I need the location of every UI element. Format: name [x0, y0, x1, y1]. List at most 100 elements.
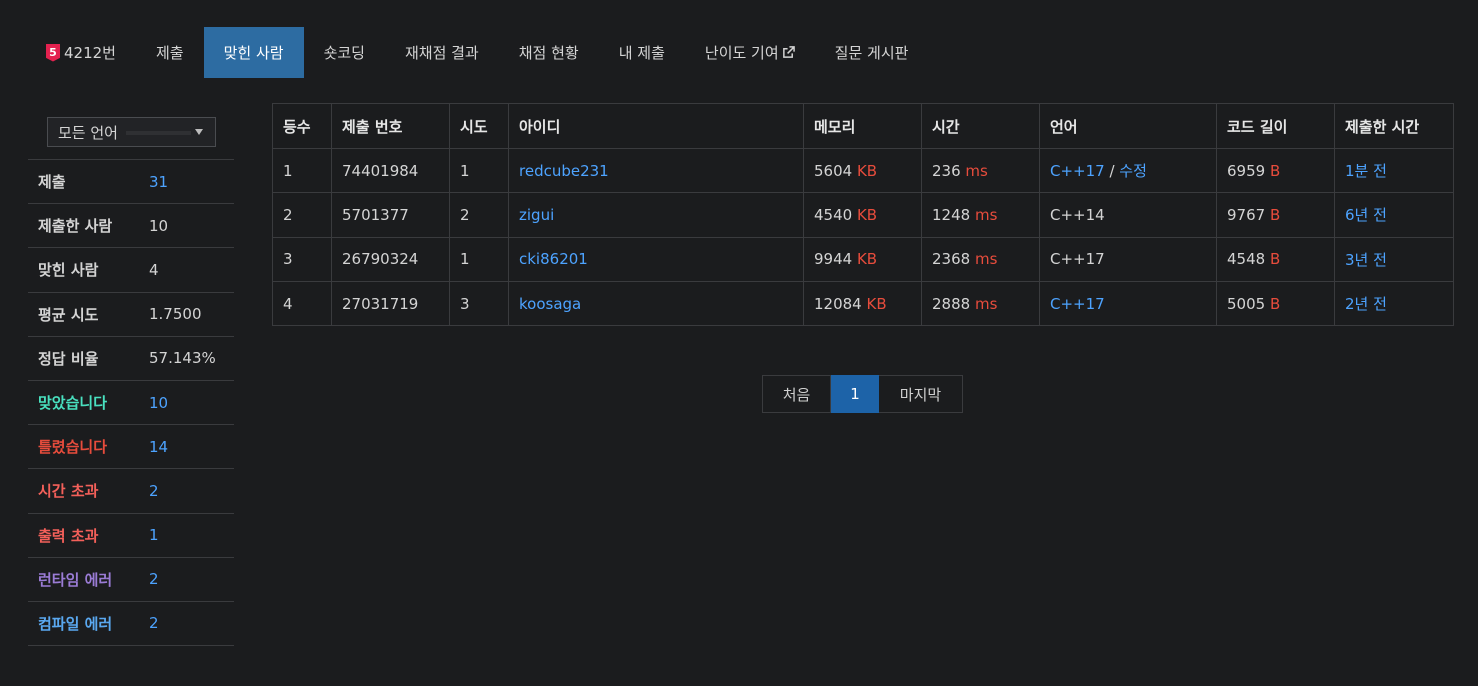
- nav-question-board[interactable]: 질문 게시판: [815, 27, 929, 78]
- nav-problem-number[interactable]: 5 4212번: [28, 27, 136, 78]
- memory-unit: KB: [856, 250, 878, 269]
- stat-row: 맞았습니다 10: [28, 381, 234, 426]
- time-value: 2888: [932, 294, 971, 313]
- stat-row: 맞힌 사람 4: [28, 248, 234, 293]
- submission-number-cell: 27031719: [331, 280, 450, 327]
- code-length-cell: 5005 B: [1216, 280, 1335, 327]
- tries-cell: 1: [449, 236, 509, 282]
- memory-value: 12084: [814, 294, 862, 313]
- memory-cell: 4540 KB: [803, 192, 922, 238]
- submitted-time-link[interactable]: 6년 전: [1345, 206, 1387, 224]
- memory-unit: KB: [856, 161, 878, 180]
- submitted-time-cell: 2년 전: [1334, 280, 1454, 327]
- language-cell: C++17: [1039, 236, 1217, 282]
- user-id-link[interactable]: koosaga: [519, 295, 581, 313]
- nav-my-submissions[interactable]: 내 제출: [599, 27, 685, 78]
- ranking-table: 등수 제출 번호 시도 아이디 메모리 시간 언어 코드 길이 제출한 시간 1…: [272, 103, 1454, 327]
- table-row: 3 26790324 1 cki86201 9944 KB 2368 ms C++17 454…: [272, 236, 1454, 282]
- header-language: 언어: [1039, 103, 1217, 149]
- page-last-button[interactable]: 마지막: [879, 375, 963, 413]
- user-id-link[interactable]: cki86201: [519, 250, 588, 268]
- language-select[interactable]: 모든 언어: [47, 117, 216, 147]
- stat-label: 런타임 에러: [38, 570, 113, 589]
- stat-label: 제출: [38, 173, 66, 192]
- time-unit: ms: [974, 250, 998, 269]
- tier-icon: 5: [46, 43, 60, 62]
- stat-value[interactable]: 10: [149, 394, 168, 412]
- submitted-time-link[interactable]: 1분 전: [1345, 162, 1387, 180]
- code-length-unit: B: [1269, 250, 1281, 269]
- stat-label: 시간 초과: [38, 482, 99, 501]
- time-unit: ms: [974, 205, 998, 224]
- stat-label: 맞힌 사람: [38, 261, 99, 280]
- stat-row: 시간 초과 2: [28, 469, 234, 514]
- stat-value[interactable]: 2: [149, 570, 159, 588]
- submission-number-cell: 26790324: [331, 236, 450, 282]
- language-link[interactable]: C++17: [1050, 295, 1105, 313]
- stat-value[interactable]: 31: [149, 173, 168, 191]
- header-submitted-time: 제출한 시간: [1334, 103, 1454, 149]
- ranking-table-container: 등수 제출 번호 시도 아이디 메모리 시간 언어 코드 길이 제출한 시간 1…: [272, 103, 1454, 327]
- time-cell: 2368 ms: [921, 236, 1040, 282]
- stats-sidebar: 모든 언어 제출 31 제출한 사람 10 맞힌 사람 4 평균 시도 1.7500 정답 비율…: [28, 103, 234, 647]
- language-link[interactable]: C++17: [1050, 162, 1105, 180]
- memory-value: 4540: [814, 205, 853, 224]
- header-user-id: 아이디: [508, 103, 804, 149]
- stat-label: 맞았습니다: [38, 394, 108, 413]
- stat-value[interactable]: 2: [149, 614, 159, 632]
- stat-value[interactable]: 14: [149, 438, 168, 456]
- language-cell: C++14: [1039, 192, 1217, 238]
- user-id-link[interactable]: redcube231: [519, 162, 609, 180]
- table-row: 1 74401984 1 redcube231 5604 KB 236 ms C++17 /…: [272, 147, 1454, 194]
- code-length-unit: B: [1269, 161, 1281, 180]
- code-length-unit: B: [1269, 205, 1281, 224]
- submitted-time-link[interactable]: 2년 전: [1345, 295, 1387, 313]
- stat-row: 제출 31: [28, 160, 234, 205]
- submitted-time-cell: 1분 전: [1334, 147, 1454, 194]
- memory-value: 5604: [814, 161, 853, 180]
- stat-row: 런타임 에러 2: [28, 558, 234, 602]
- stat-row: 컴파일 에러 2: [28, 602, 234, 647]
- tries-cell: 1: [449, 147, 509, 194]
- user-id-cell: redcube231: [508, 147, 804, 194]
- problem-number-label: 4212번: [64, 44, 116, 62]
- time-value: 2368: [932, 250, 971, 269]
- nav-judge-status[interactable]: 채점 현황: [499, 27, 599, 78]
- memory-cell: 12084 KB: [803, 280, 922, 327]
- select-fade: [126, 131, 191, 135]
- code-length-value: 9767: [1227, 205, 1266, 224]
- nav-short-coding[interactable]: 숏코딩: [304, 27, 385, 78]
- code-length-cell: 9767 B: [1216, 192, 1335, 238]
- edit-link[interactable]: 수정: [1119, 162, 1147, 180]
- code-length-value: 5005: [1227, 294, 1266, 313]
- stat-value[interactable]: 2: [149, 482, 159, 500]
- nav-difficulty-contribution[interactable]: 난이도 기여: [685, 27, 815, 78]
- time-value: 236: [932, 161, 961, 180]
- language-select-value: 모든 언어: [58, 123, 118, 142]
- header-code-length: 코드 길이: [1216, 103, 1335, 149]
- nav-accepted-users[interactable]: 맞힌 사람: [203, 27, 304, 78]
- user-id-link[interactable]: zigui: [519, 206, 554, 224]
- stat-value: 4: [149, 260, 159, 279]
- difficulty-contribution-label: 난이도 기여: [704, 44, 779, 62]
- stat-value[interactable]: 1: [149, 526, 159, 544]
- stat-label: 제출한 사람: [38, 217, 113, 236]
- time-value: 1248: [932, 205, 971, 224]
- submission-number-cell: 74401984: [331, 147, 450, 194]
- code-length-unit: B: [1269, 294, 1281, 313]
- pagination: 처음 1 마지막: [762, 375, 963, 413]
- stat-label: 틀렸습니다: [38, 438, 108, 457]
- submitted-time-link[interactable]: 3년 전: [1345, 251, 1387, 269]
- nav-rejudge-results[interactable]: 재채점 결과: [385, 27, 499, 78]
- header-memory: 메모리: [803, 103, 922, 149]
- page-first-button[interactable]: 처음: [762, 375, 831, 413]
- time-cell: 1248 ms: [921, 192, 1040, 238]
- page-current-button[interactable]: 1: [831, 375, 879, 413]
- code-length-value: 6959: [1227, 161, 1266, 180]
- stat-value: 10: [149, 216, 169, 235]
- stat-row: 정답 비율 57.143%: [28, 337, 234, 381]
- nav-submit[interactable]: 제출: [136, 27, 204, 78]
- table-header-row: 등수 제출 번호 시도 아이디 메모리 시간 언어 코드 길이 제출한 시간: [272, 103, 1454, 149]
- code-length-cell: 6959 B: [1216, 147, 1335, 194]
- chevron-down-icon: [195, 129, 203, 135]
